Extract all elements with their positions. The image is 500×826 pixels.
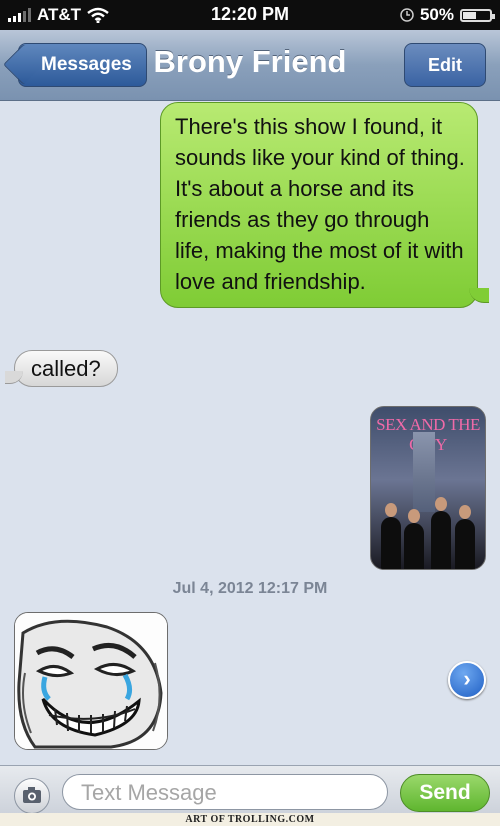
received-message-bubble[interactable]: called?: [5, 350, 118, 387]
clock-icon: [400, 8, 414, 22]
sent-message-bubble[interactable]: There's this show I found, it sounds lik…: [160, 102, 489, 308]
troll-face-image: [15, 613, 167, 749]
received-image-attachment[interactable]: [14, 612, 168, 750]
figure: [431, 497, 451, 569]
figure: [404, 509, 424, 569]
navigation-bar: Messages Brony Friend Edit: [0, 30, 500, 101]
status-bar: AT&T 12:20 PM 50%: [0, 0, 500, 30]
figure: [455, 505, 475, 569]
figure: [381, 503, 401, 569]
camera-icon: [23, 787, 41, 803]
building-graphic: [413, 432, 435, 512]
watermark: ART OF TROLLING.COM: [0, 813, 500, 826]
battery-percent: 50%: [419, 5, 454, 24]
text-message-input[interactable]: Text Message: [62, 774, 388, 810]
sent-image-attachment[interactable]: SEX AND THE CITY: [370, 406, 486, 570]
message-timestamp: Jul 4, 2012 12:17 PM: [172, 580, 328, 597]
battery-icon: [460, 8, 495, 22]
forward-arrow-icon[interactable]: ›: [448, 661, 486, 699]
send-button[interactable]: Send: [400, 774, 490, 812]
camera-button[interactable]: [14, 778, 50, 814]
edit-button[interactable]: Edit: [404, 43, 486, 87]
message-input-bar: Text Message Send ART OF TROLLING.COM: [0, 765, 500, 826]
